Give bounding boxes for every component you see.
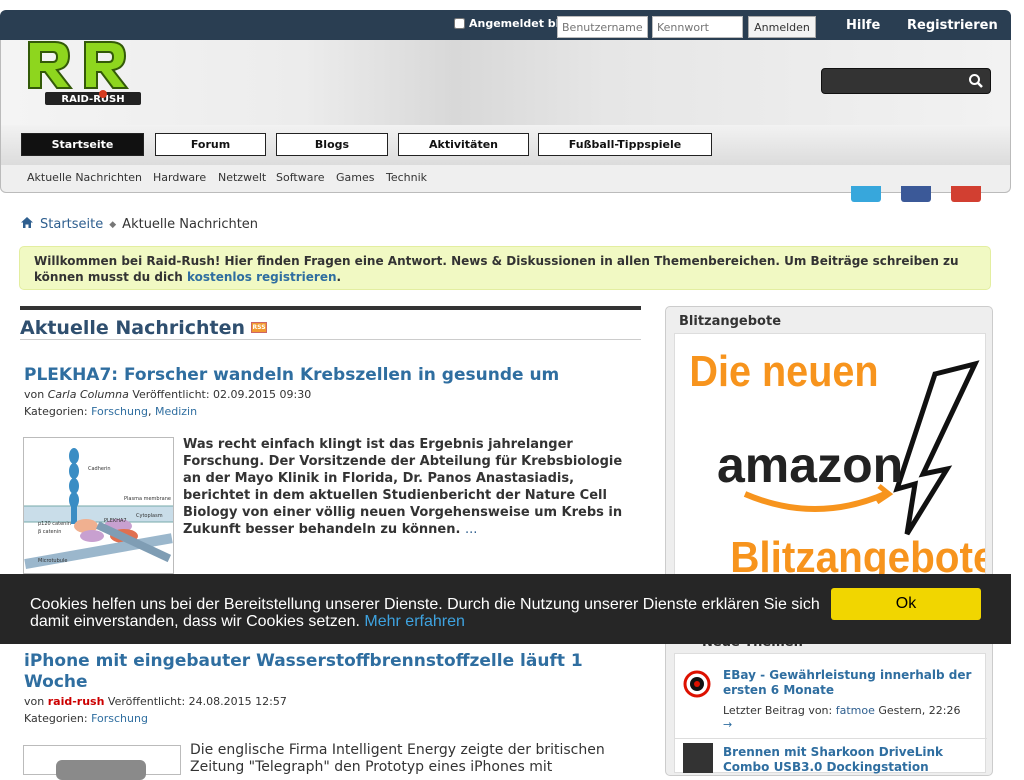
sidebar: Blitzangebote Die neuen amazon Blitzange… [665, 306, 1009, 776]
facebook-icon[interactable] [901, 186, 931, 202]
welcome-text: Willkommen bei Raid-Rush! Hier finden Fr… [34, 254, 959, 284]
by-label: von [24, 695, 45, 708]
breadcrumb-current: Aktuelle Nachrichten [122, 217, 259, 232]
thread-title[interactable]: Brennen mit Sharkoon DriveLink Combo USB… [723, 745, 981, 775]
amazon-ad-banner[interactable]: Die neuen amazon Blitzangebote! [674, 333, 1009, 583]
diagram-label: Plasma membrane [124, 496, 171, 502]
remember-checkbox[interactable] [454, 18, 465, 29]
diagram-label: Cytoplasm [136, 513, 163, 519]
thread-last-post: Letzter Beitrag von: fatmoe Gestern, 22:… [723, 704, 960, 717]
top-login-bar: Angemeldet bleiben? Anmelden Hilfe Regis… [0, 10, 1011, 40]
diagram-label: p120 catenin [38, 521, 71, 527]
diagram-label: PLEKHA7 [104, 518, 127, 524]
article-categories: Kategorien: Forschung, Medizin [24, 405, 198, 418]
article-author[interactable]: Carla Columna [48, 388, 129, 401]
diagram-label: β catenin [38, 529, 61, 535]
read-more-link[interactable]: ... [465, 522, 477, 537]
cookie-banner: Cookies helfen uns bei der Bereitstellun… [0, 574, 1011, 644]
ad-line-1: Die neuen [689, 346, 878, 395]
nav-forum[interactable]: Forum [155, 133, 266, 156]
subnav-netzwelt[interactable]: Netzwelt [218, 171, 266, 184]
twitter-icon[interactable] [851, 186, 881, 202]
thread-thumbnail [683, 743, 713, 773]
article-title[interactable]: PLEKHA7: Forscher wandeln Krebszellen in… [24, 365, 624, 386]
subnav-software[interactable]: Software [276, 171, 325, 184]
by-label: von [24, 388, 45, 401]
thread-title[interactable]: EBay - Gewährleistung innerhalb der erst… [723, 668, 981, 698]
cookie-ok-button[interactable]: Ok [831, 588, 981, 620]
article-excerpt: Was recht einfach klingt ist das Ergebni… [183, 436, 635, 538]
diagram-label: Cadherin [88, 466, 111, 472]
article-title[interactable]: iPhone mit eingebauter Wasserstoffbrenns… [24, 651, 624, 693]
breadcrumb-home[interactable]: Startseite [40, 217, 103, 232]
diagram-label: Microtubule [38, 558, 67, 564]
search-icon[interactable] [968, 73, 984, 89]
excerpt-text: Was recht einfach klingt ist das Ergebni… [183, 437, 623, 537]
list-item: EBay - Gewährleistung innerhalb der erst… [675, 654, 987, 731]
article-date: Veröffentlicht: 24.08.2015 12:57 [107, 695, 287, 708]
go-to-post-arrow-icon[interactable]: → [723, 718, 732, 731]
threads-list: EBay - Gewährleistung innerhalb der erst… [674, 653, 987, 774]
register-link[interactable]: Registrieren [907, 18, 998, 33]
subnav-games[interactable]: Games [336, 171, 374, 184]
ad-line-2: amazon [717, 437, 903, 493]
thread-user[interactable]: fatmoe [836, 704, 875, 717]
nav-startseite[interactable]: Startseite [21, 133, 144, 156]
section-heading: Aktuelle Nachrichten RSS [20, 306, 641, 340]
nav-aktivitaeten[interactable]: Aktivitäten [398, 133, 529, 156]
news-section: Aktuelle Nachrichten RSS [20, 306, 641, 340]
bayer-logo-icon [683, 670, 711, 698]
site-header: RAID-RUSH [0, 40, 1011, 125]
category-link[interactable]: Forschung [91, 712, 148, 725]
blitzangebote-title: Blitzangebote [679, 314, 782, 329]
category-link[interactable]: Medizin [155, 405, 197, 418]
breadcrumb: Startseite ◆ Aktuelle Nachrichten [20, 216, 258, 233]
cookie-message: Cookies helfen uns bei der Bereitstellun… [30, 596, 820, 630]
home-icon[interactable] [20, 216, 34, 233]
breadcrumb-separator-icon: ◆ [109, 219, 117, 230]
welcome-end: . [336, 270, 342, 284]
article-thumbnail[interactable]: Cadherin Plasma membrane Cytoplasm p120 … [23, 437, 174, 574]
cookie-learn-more-link[interactable]: Mehr erfahren [364, 613, 465, 630]
categories-label: Kategorien: [24, 712, 88, 725]
category-link[interactable]: Forschung [91, 405, 148, 418]
article-date: Veröffentlicht: 02.09.2015 09:30 [132, 388, 312, 401]
welcome-notice: Willkommen bei Raid-Rush! Hier finden Fr… [19, 246, 991, 290]
help-link[interactable]: Hilfe [846, 18, 880, 33]
article-thumbnail[interactable] [23, 745, 181, 780]
article-author[interactable]: raid-rush [48, 695, 105, 708]
login-button[interactable]: Anmelden [748, 16, 816, 38]
subnav-hardware[interactable]: Hardware [153, 171, 206, 184]
search-input[interactable] [821, 68, 991, 94]
list-item: Brennen mit Sharkoon DriveLink Combo USB… [675, 738, 987, 774]
article-categories: Kategorien: Forschung [24, 712, 148, 725]
subnav-technik[interactable]: Technik [386, 171, 427, 184]
main-nav: Startseite Forum Blogs Aktivitäten Fußba… [0, 125, 1011, 165]
nav-blogs[interactable]: Blogs [276, 133, 388, 156]
subnav-nachrichten[interactable]: Aktuelle Nachrichten [27, 171, 142, 184]
password-input[interactable] [652, 16, 743, 38]
username-input[interactable] [557, 16, 648, 38]
rss-icon[interactable]: RSS [251, 322, 268, 333]
categories-label: Kategorien: [24, 405, 88, 418]
section-title: Aktuelle Nachrichten [20, 316, 246, 339]
article-excerpt: Die englische Firma Intelligent Energy z… [190, 742, 605, 775]
register-free-link[interactable]: kostenlos registrieren [187, 270, 337, 284]
logo-text: RAID-RUSH [61, 94, 124, 105]
nav-tippspiele[interactable]: Fußball-Tippspiele [538, 133, 712, 156]
article-meta: von Carla Columna Veröffentlicht: 02.09.… [24, 388, 311, 401]
googleplus-icon[interactable] [951, 186, 981, 202]
article-meta: von raid-rush Veröffentlicht: 24.08.2015… [24, 695, 287, 708]
last-post-label: Letzter Beitrag von: [723, 704, 833, 717]
site-logo[interactable]: RAID-RUSH [25, 40, 165, 120]
thread-time: Gestern, 22:26 [878, 704, 961, 717]
